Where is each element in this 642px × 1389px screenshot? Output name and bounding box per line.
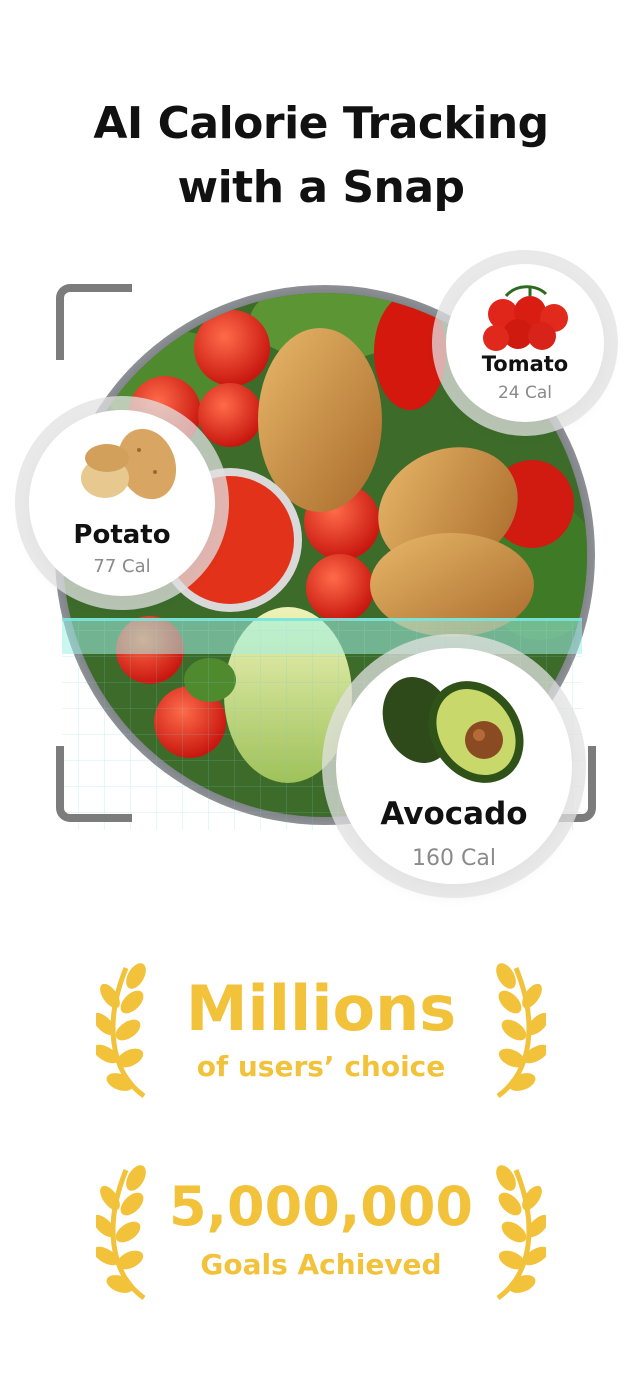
scan-frame-corner-bottom-left [56,746,132,822]
title-line-1: AI Calorie Tracking [93,98,549,149]
food-scan-scene: Tomato 24 Cal Potato 77 Cal Avocado 160 … [0,240,642,920]
page-title: AI Calorie Tracking with a Snap [0,92,642,220]
food-calories: 160 Cal [412,846,496,871]
scan-frame-corner-top-left [56,284,132,360]
award-subtitle: of users’ choice [196,1050,446,1083]
award-title: Millions [185,972,457,1045]
award-title: 5,000,000 [168,1175,474,1238]
award-subtitle: Goals Achieved [200,1248,442,1281]
award-goals: 5,000,000 Goals Achieved [0,1175,642,1282]
food-name: Potato [73,520,171,550]
food-name: Avocado [380,796,528,832]
food-calories: 24 Cal [497,383,553,403]
award-users: Millions of users’ choice [0,972,642,1084]
potato-card[interactable]: Potato 77 Cal [29,410,215,596]
title-line-2: with a Snap [177,162,465,213]
avocado-card[interactable]: Avocado 160 Cal [336,648,572,884]
food-name: Tomato [481,352,569,376]
food-calories: 77 Cal [93,556,151,577]
tomato-card[interactable]: Tomato 24 Cal [446,264,604,422]
